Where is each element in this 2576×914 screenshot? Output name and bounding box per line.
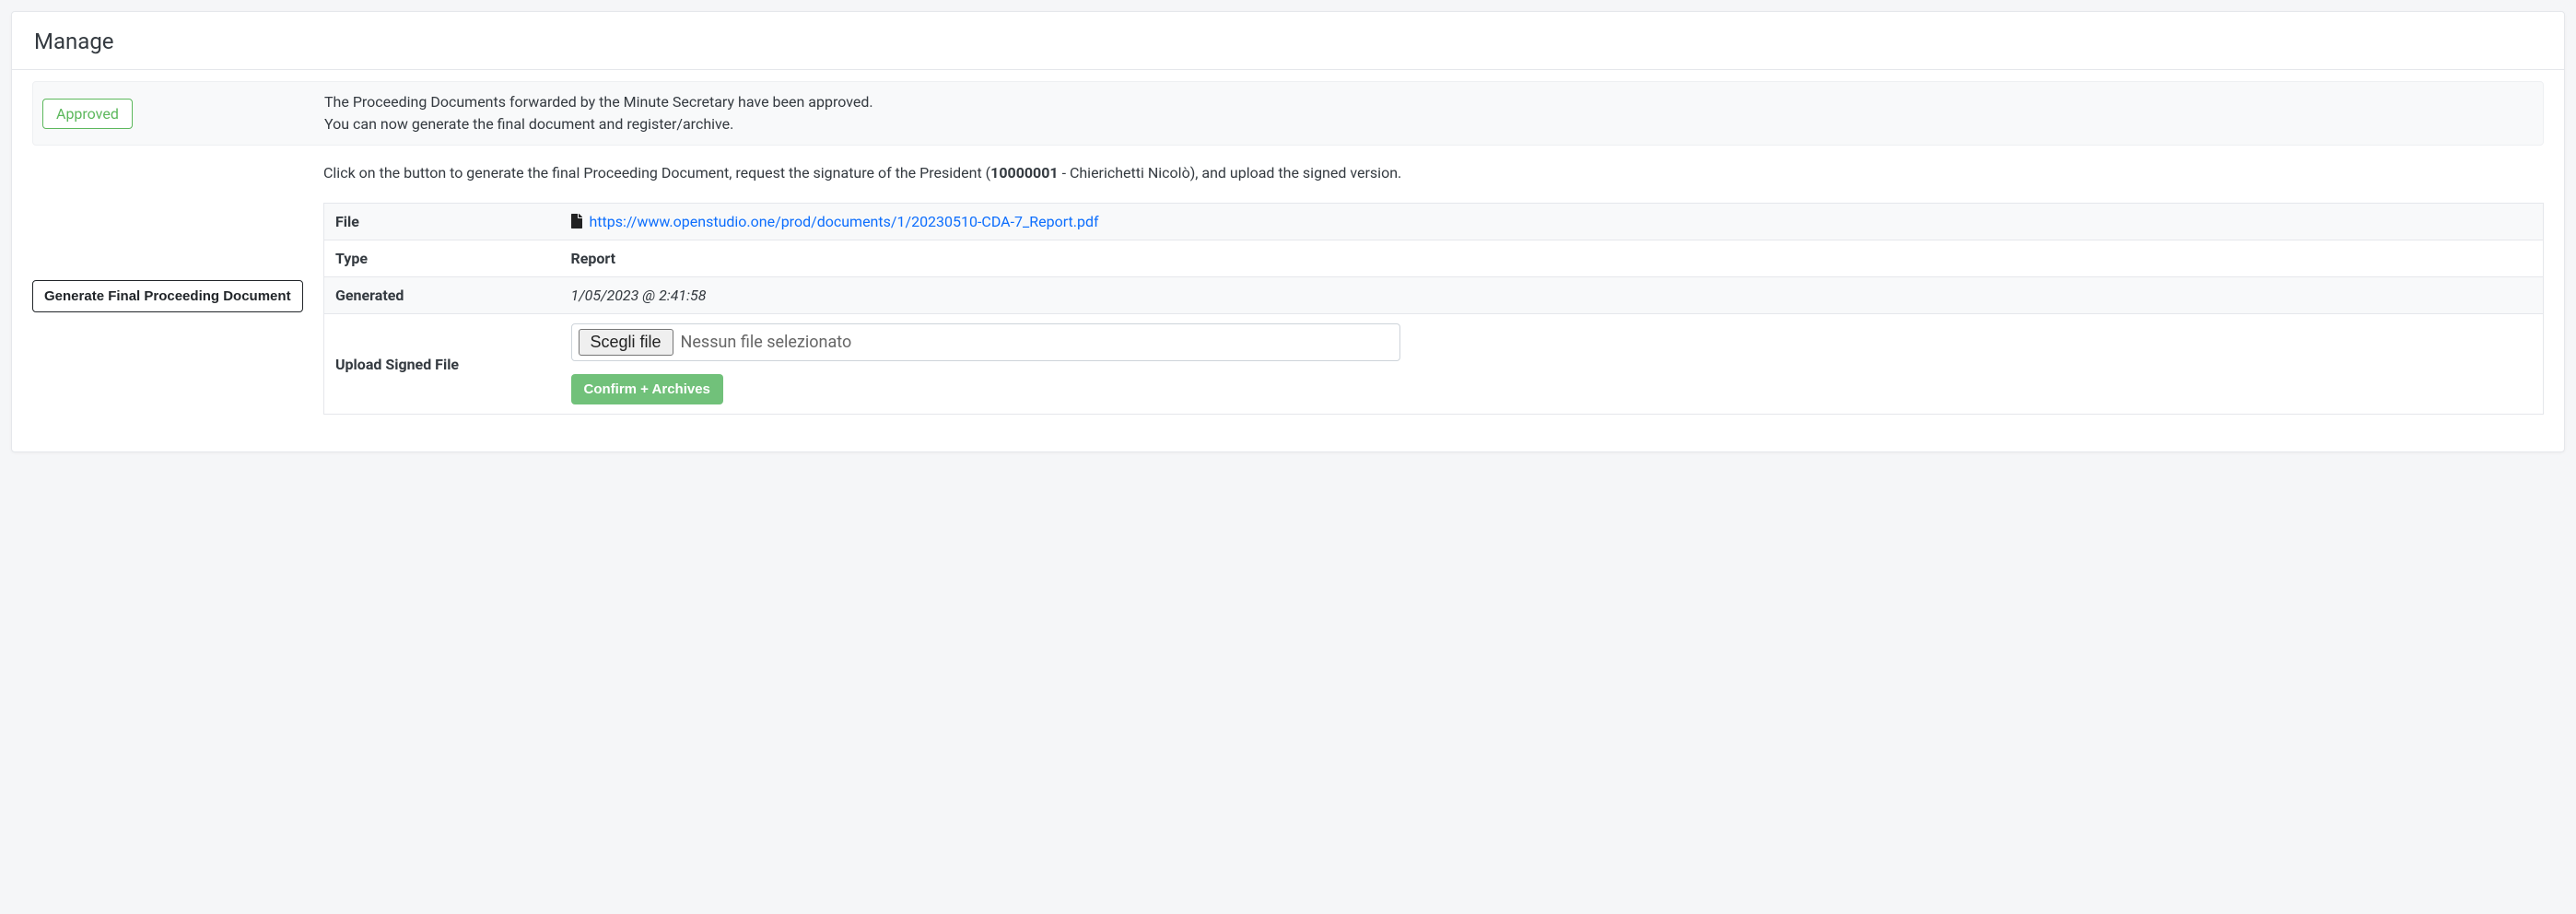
choose-file-button[interactable]: Scegli file [579,329,673,356]
card-body: Approved The Proceeding Documents forwar… [12,70,2564,451]
file-row: File https://www.openstudio.one/prod/doc… [324,204,2544,240]
manage-card: Manage Approved The Proceeding Documents… [11,11,2565,452]
upload-label: Upload Signed File [324,314,560,415]
generate-final-document-button[interactable]: Generate Final Proceeding Document [32,280,303,312]
card-header: Manage [12,12,2564,70]
type-value: Report [560,240,2544,277]
left-column: Generate Final Proceeding Document [32,162,323,312]
status-badge-col: Approved [42,99,324,129]
status-banner: Approved The Proceeding Documents forwar… [32,81,2544,146]
file-link[interactable]: https://www.openstudio.one/prod/document… [589,213,1098,230]
status-message-line1: The Proceeding Documents forwarded by th… [324,91,2534,113]
generated-value: 1/05/2023 @ 2:41:58 [560,277,2544,314]
generated-label: Generated [324,277,560,314]
type-label: Type [324,240,560,277]
file-input[interactable]: Scegli file Nessun file selezionato [571,323,1400,361]
details-table: File https://www.openstudio.one/prod/doc… [323,203,2544,415]
file-label: File [324,204,560,240]
type-row: Type Report [324,240,2544,277]
upload-cell: Scegli file Nessun file selezionato Conf… [560,314,2544,415]
instruction-suffix: - Chierichetti Nicolò), and upload the s… [1059,164,1402,182]
instruction-prefix: Click on the button to generate the fina… [323,164,990,182]
president-id: 10000001 [990,164,1058,182]
file-icon [571,214,582,228]
generated-row: Generated 1/05/2023 @ 2:41:58 [324,277,2544,314]
confirm-archives-button[interactable]: Confirm + Archives [571,374,723,404]
upload-row: Upload Signed File Scegli file Nessun fi… [324,314,2544,415]
file-cell: https://www.openstudio.one/prod/document… [560,204,2544,240]
right-column: Click on the button to generate the fina… [323,162,2544,415]
page-title: Manage [34,29,2542,54]
no-file-selected-text: Nessun file selezionato [681,333,852,352]
status-badge: Approved [42,99,133,129]
status-message-line2: You can now generate the final document … [324,113,2534,135]
content-row: Generate Final Proceeding Document Click… [32,162,2544,415]
instruction-text: Click on the button to generate the fina… [323,162,2544,184]
status-message: The Proceeding Documents forwarded by th… [324,91,2534,135]
